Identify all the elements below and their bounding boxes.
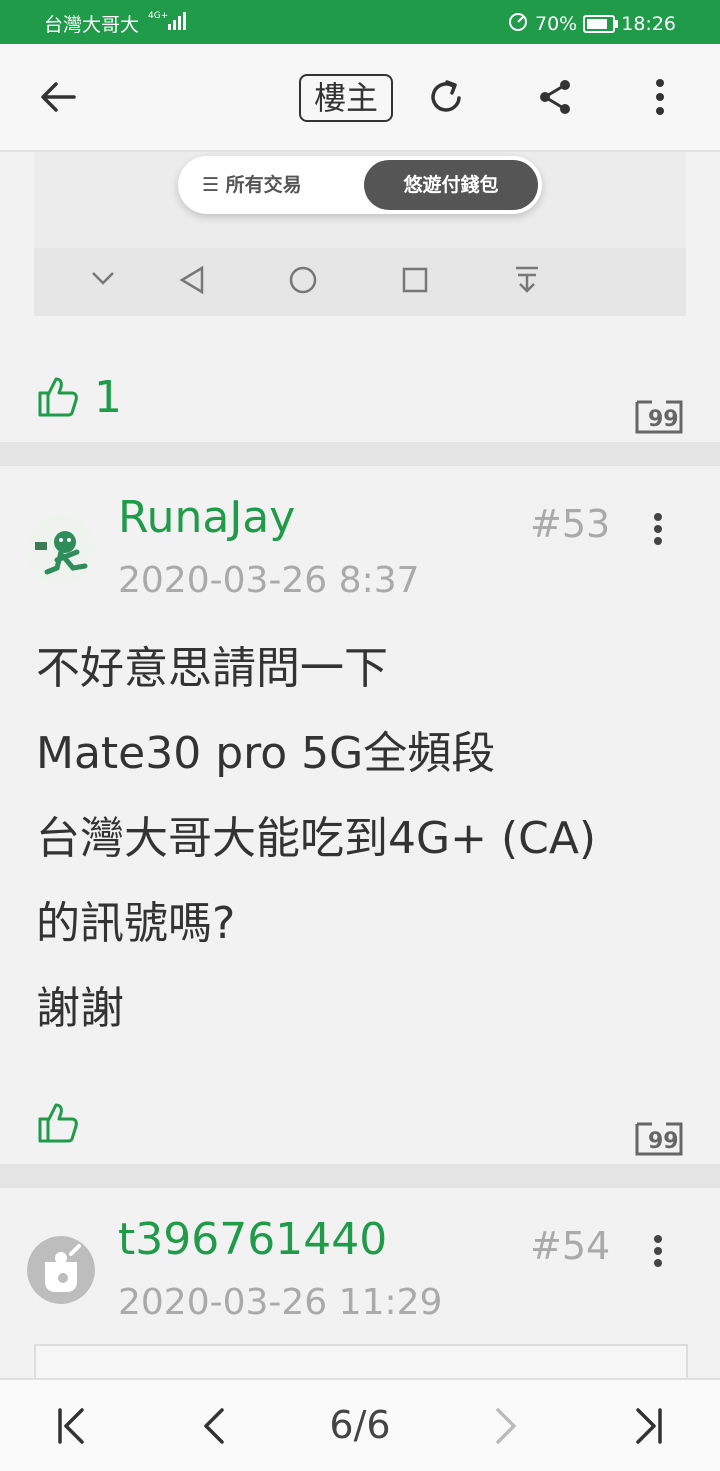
floor-number: #53 xyxy=(530,502,611,546)
data-saver-icon xyxy=(507,10,529,37)
refresh-icon[interactable] xyxy=(420,44,472,150)
username[interactable]: t396761440 xyxy=(118,1214,387,1265)
post-datetime: 2020-03-26 11:29 xyxy=(118,1282,443,1323)
next-page-icon[interactable] xyxy=(474,1380,534,1471)
thumbs-up-icon xyxy=(38,1103,78,1143)
post-separator xyxy=(0,1164,720,1188)
page-indicator[interactable]: 6/6 xyxy=(310,1380,410,1471)
post-separator xyxy=(0,442,720,466)
first-page-icon[interactable] xyxy=(40,1380,104,1471)
tab-all-transactions: ☰ 所有交易 xyxy=(202,174,302,196)
like-button[interactable]: 1 xyxy=(36,362,122,432)
like-button[interactable] xyxy=(36,1098,80,1148)
carrier-name: 台灣大哥大 xyxy=(44,14,140,36)
back-arrow-icon[interactable] xyxy=(30,44,86,150)
post-datetime: 2020-03-26 8:37 xyxy=(118,560,420,601)
wallet-tab-pill: ☰ 所有交易 悠遊付錢包 xyxy=(178,156,542,214)
battery-percent: 70% xyxy=(535,12,578,35)
like-count: 1 xyxy=(94,371,122,423)
username[interactable]: RunaJay xyxy=(118,492,295,543)
op-only-button[interactable]: 樓主 xyxy=(299,74,393,122)
battery-icon xyxy=(583,14,619,33)
clock: 18:26 xyxy=(621,12,676,35)
status-bar: 台灣大哥大 4G+ 70% 18:26 xyxy=(0,0,720,44)
avatar[interactable] xyxy=(27,516,95,584)
content-line: Mate30 pro 5G全頻段 xyxy=(36,728,496,779)
svg-text:99: 99 xyxy=(648,407,679,432)
post-content: 不好意思請問一下 Mate30 pro 5G全頻段 台灣大哥大能吃到4G+ (C… xyxy=(36,626,596,1051)
content-line: 的訊號嗎? xyxy=(36,898,236,949)
top-nav: 樓主 xyxy=(0,44,720,152)
last-page-icon[interactable] xyxy=(616,1380,680,1471)
share-icon[interactable] xyxy=(530,44,580,150)
quote-icon[interactable]: 99 xyxy=(634,1116,684,1160)
post-54: t396761440 #54 2020-03-26 11:29 xyxy=(0,1188,720,1386)
floor-number: #54 xyxy=(530,1224,611,1268)
network-type: 4G+ xyxy=(148,11,168,21)
signal-icon: 4G+ xyxy=(148,8,186,39)
more-menu-icon[interactable] xyxy=(642,44,678,150)
post-menu-icon[interactable] xyxy=(648,512,668,550)
thumbs-up-icon xyxy=(38,377,78,417)
content-line: 謝謝 xyxy=(36,983,124,1034)
post-menu-icon[interactable] xyxy=(648,1234,668,1272)
prev-page-icon[interactable] xyxy=(186,1380,246,1471)
pagination-bar: 6/6 xyxy=(0,1378,720,1471)
content-line: 不好意思請問一下 xyxy=(36,643,388,694)
tab-wallet: 悠遊付錢包 xyxy=(364,160,538,210)
avatar[interactable] xyxy=(27,1236,95,1304)
post-53: RunaJay #53 2020-03-26 8:37 不好意思請問一下 Mat… xyxy=(0,466,720,1164)
quote-icon[interactable]: 99 xyxy=(634,394,684,438)
embedded-nav-bar xyxy=(34,248,686,316)
post-actions: 1 99 xyxy=(0,362,720,434)
svg-text:99: 99 xyxy=(648,1129,679,1154)
content-line: 台灣大哥大能吃到4G+ (CA) xyxy=(36,813,597,864)
